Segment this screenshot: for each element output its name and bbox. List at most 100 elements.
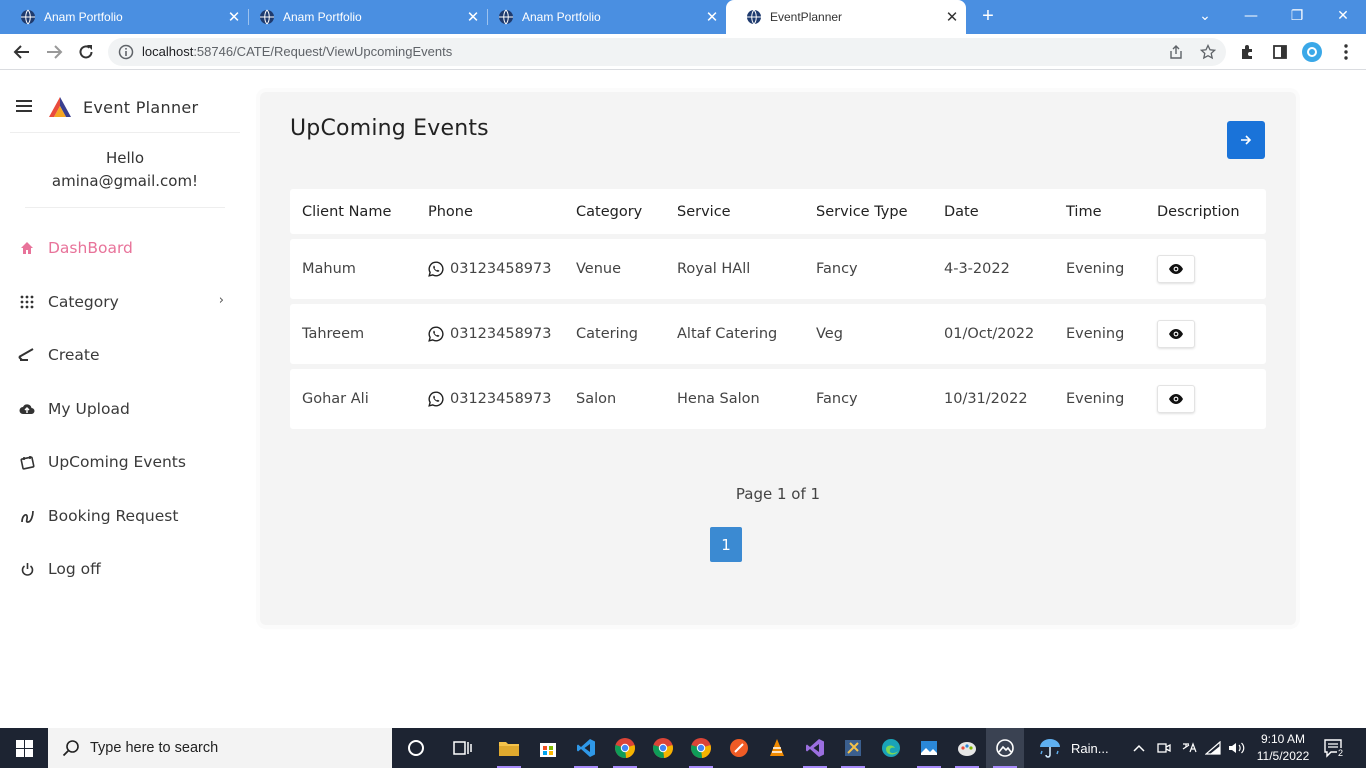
service-type-cell: Fancy <box>816 391 858 407</box>
arrow-right-icon <box>1241 135 1252 145</box>
column-header: Date <box>944 203 979 220</box>
hamburger-menu-icon[interactable] <box>16 99 32 113</box>
time-cell: Evening <box>1066 391 1125 407</box>
brand-header: Event Planner <box>10 93 240 133</box>
paint-icon[interactable] <box>948 728 986 768</box>
browser-tab-active[interactable]: EventPlanner ✕ <box>726 0 966 34</box>
sidebar-item-label: Create <box>48 346 100 364</box>
chrome-profile-icon[interactable] <box>606 728 644 768</box>
windows-logo-icon <box>15 739 33 757</box>
arrow-right-icon <box>47 45 63 59</box>
extensions-icon[interactable] <box>1238 42 1258 62</box>
browser-tab[interactable]: Anam Portfolio ✕ <box>0 0 248 34</box>
reload-button[interactable] <box>74 40 98 64</box>
eye-icon <box>1169 264 1183 274</box>
client-name: Mahum <box>302 261 356 277</box>
side-panel-icon[interactable] <box>1270 42 1290 62</box>
info-icon[interactable] <box>118 44 134 60</box>
column-header: Description <box>1157 203 1240 220</box>
column-header: Phone <box>428 203 473 220</box>
whatsapp-icon[interactable] <box>428 326 444 342</box>
client-name: Tahreem <box>302 326 365 342</box>
close-window-button[interactable]: ✕ <box>1320 0 1366 34</box>
sidebar-item-label: Log off <box>48 560 101 578</box>
minimize-button[interactable]: — <box>1228 0 1274 34</box>
sidebar-item-booking-request[interactable]: Booking Request <box>18 502 232 530</box>
sidebar-item-label: My Upload <box>48 400 130 418</box>
snip-icon[interactable] <box>986 728 1024 768</box>
vlc-icon[interactable] <box>758 728 796 768</box>
sidebar-item-my-upload[interactable]: My Upload <box>18 395 232 423</box>
arrow-left-icon <box>13 45 29 59</box>
star-icon[interactable] <box>1200 44 1216 60</box>
cloud-upload-icon <box>18 400 36 418</box>
system-clock[interactable]: 9:10 AM 11/5/2022 <box>1252 731 1314 765</box>
forward-button[interactable] <box>42 40 66 64</box>
brand-name: Event Planner <box>83 98 199 117</box>
edge-icon[interactable] <box>872 728 910 768</box>
start-button[interactable] <box>0 728 48 768</box>
task-view-icon[interactable] <box>444 728 482 768</box>
table-row: Mahum 03123458973 Venue Royal HAll Fancy… <box>290 239 1266 299</box>
weather-widget[interactable]: Rain... <box>1038 728 1109 768</box>
sidebar-item-label: DashBoard <box>48 239 133 257</box>
service-type-cell: Veg <box>816 326 843 342</box>
file-explorer-icon[interactable] <box>490 728 528 768</box>
forward-button[interactable] <box>1227 121 1265 159</box>
back-button[interactable] <box>10 40 34 64</box>
grid-dots-icon <box>18 293 36 311</box>
page-button[interactable]: 1 <box>710 527 742 562</box>
user-email: amina@gmail.com! <box>51 172 199 190</box>
tab-close-icon[interactable]: ✕ <box>944 8 960 26</box>
sidebar-item-upcoming-events[interactable]: UpComing Events <box>18 448 232 476</box>
whatsapp-icon[interactable] <box>428 391 444 407</box>
photos-icon[interactable] <box>910 728 948 768</box>
browser-tab[interactable]: Anam Portfolio ✕ <box>478 0 726 34</box>
tools-icon[interactable] <box>834 728 872 768</box>
tab-search-chevron-icon[interactable]: ⌄ <box>1182 0 1228 34</box>
notification-center-icon[interactable]: 2 <box>1323 728 1345 768</box>
microsoft-store-icon[interactable] <box>529 728 567 768</box>
sidebar-item-log-off[interactable]: Log off <box>18 555 232 583</box>
phone-number: 03123458973 <box>450 326 552 342</box>
view-description-button[interactable] <box>1157 385 1195 413</box>
restore-button[interactable]: ❐ <box>1274 0 1320 34</box>
sidebar-item-dashboard[interactable]: DashBoard <box>18 234 232 262</box>
sidebar-item-create[interactable]: Create <box>18 341 232 369</box>
calendar-icon <box>18 453 36 471</box>
volume-icon[interactable] <box>1228 728 1246 768</box>
sidebar-item-label: UpComing Events <box>48 453 186 471</box>
date-cell: 10/31/2022 <box>944 391 1028 407</box>
chrome-profile-icon[interactable] <box>682 728 720 768</box>
sidebar-item-category[interactable]: Category › <box>18 288 232 316</box>
browser-menu-icon[interactable] <box>1336 42 1356 62</box>
column-header: Client Name <box>302 203 392 220</box>
view-description-button[interactable] <box>1157 255 1195 283</box>
new-tab-button[interactable]: + <box>976 4 1000 28</box>
vscode-icon[interactable] <box>567 728 605 768</box>
url-path: :58746/CATE/Request/ViewUpcomingEvents <box>193 44 453 59</box>
show-hidden-icons-chevron-icon[interactable] <box>1133 728 1145 768</box>
meet-now-icon[interactable] <box>1157 728 1171 768</box>
description-cell <box>1157 304 1195 364</box>
wifi-icon[interactable] <box>1205 728 1221 768</box>
whatsapp-icon[interactable] <box>428 261 444 277</box>
share-icon[interactable] <box>1168 44 1184 60</box>
phone-number: 03123458973 <box>450 391 552 407</box>
service-type-cell: Fancy <box>816 261 858 277</box>
view-description-button[interactable] <box>1157 320 1195 348</box>
profile-avatar[interactable] <box>1302 42 1322 62</box>
input-method-icon[interactable] <box>1181 728 1197 768</box>
address-bar[interactable]: localhost:58746/CATE/Request/ViewUpcomin… <box>108 38 1226 66</box>
cortana-icon[interactable] <box>397 728 435 768</box>
taskbar-search-box[interactable]: Type here to search <box>48 728 392 768</box>
postman-icon[interactable] <box>720 728 758 768</box>
table-row: Gohar Ali 03123458973 Salon Hena Salon F… <box>290 369 1266 429</box>
description-cell <box>1157 239 1195 299</box>
visual-studio-icon[interactable] <box>796 728 834 768</box>
service-cell: Altaf Catering <box>677 326 778 342</box>
browser-tab[interactable]: Anam Portfolio ✕ <box>239 0 487 34</box>
tab-close-icon[interactable]: ✕ <box>704 8 720 26</box>
pen-icon <box>18 346 36 364</box>
chrome-icon[interactable] <box>644 728 682 768</box>
